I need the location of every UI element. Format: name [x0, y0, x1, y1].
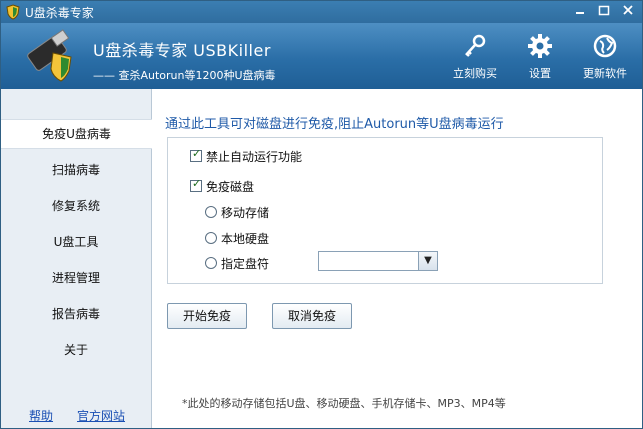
immunize-disk-label[interactable]: 免疫磁盘: [206, 178, 254, 195]
page-description: 通过此工具可对磁盘进行免疫,阻止Autorun等U盘病毒运行: [165, 117, 504, 132]
update-software-label: 更新软件: [583, 67, 627, 80]
app-header: U盘杀毒专家 USBKiller —— 查杀Autorun等1200种U盘病毒 …: [1, 23, 642, 89]
buy-now-label: 立刻购买: [453, 67, 497, 80]
title-bar: U盘杀毒专家: [1, 1, 642, 23]
sidebar-item-about[interactable]: 关于: [1, 336, 151, 364]
footnote: *此处的移动存储包括U盘、移动硬盘、手机存储卡、MP3、MP4等: [182, 397, 506, 410]
app-subtitle: —— 查杀Autorun等1200种U盘病毒: [93, 69, 276, 82]
sidebar-item-process-manager[interactable]: 进程管理: [1, 264, 151, 292]
local-disk-radio[interactable]: [205, 232, 217, 244]
settings-button[interactable]: 设置: [510, 33, 570, 85]
window-title: U盘杀毒专家: [25, 6, 94, 20]
disable-autorun-label[interactable]: 禁止自动运行功能: [206, 148, 302, 165]
start-immunize-button[interactable]: 开始免疫: [167, 303, 247, 329]
chevron-down-icon[interactable]: ▼: [418, 252, 437, 270]
close-icon: [623, 5, 633, 15]
settings-label: 设置: [529, 67, 551, 80]
options-group: 禁止自动运行功能 免疫磁盘 移动存储 本地硬盘 指定盘符 ▼: [167, 137, 603, 284]
maximize-icon: [598, 5, 610, 16]
minimize-icon: [576, 12, 584, 14]
disable-autorun-checkbox[interactable]: [190, 147, 202, 162]
sidebar-item-scan[interactable]: 扫描病毒: [1, 156, 151, 184]
help-link[interactable]: 帮助: [29, 407, 53, 424]
sidebar-item-repair[interactable]: 修复系统: [1, 192, 151, 220]
sidebar-item-usb-tools[interactable]: U盘工具: [1, 228, 151, 256]
specified-drive-radio[interactable]: [205, 257, 217, 269]
immunize-disk-checkbox[interactable]: [190, 177, 202, 192]
shield-icon: [6, 4, 20, 20]
main-panel: 通过此工具可对磁盘进行免疫,阻止Autorun等U盘病毒运行 禁止自动运行功能 …: [152, 89, 642, 428]
removable-storage-label[interactable]: 移动存储: [221, 204, 269, 221]
gear-icon: [528, 34, 552, 58]
key-icon: [465, 34, 486, 57]
drive-letter-select[interactable]: ▼: [318, 251, 438, 271]
buy-now-button[interactable]: 立刻购买: [445, 33, 505, 85]
close-button[interactable]: [619, 4, 637, 20]
cancel-immunize-button[interactable]: 取消免疫: [272, 303, 352, 329]
specified-drive-label[interactable]: 指定盘符: [221, 255, 269, 272]
maximize-button[interactable]: [595, 4, 613, 20]
app-title: U盘杀毒专家 USBKiller: [93, 41, 271, 60]
app-window: U盘杀毒专家 U盘杀毒专家 USBKiller —— 查杀Autorun等120…: [0, 0, 643, 429]
local-disk-label[interactable]: 本地硬盘: [221, 230, 269, 247]
update-software-button[interactable]: 更新软件: [575, 33, 635, 85]
sidebar-item-report-virus[interactable]: 报告病毒: [1, 300, 151, 328]
globe-icon: [593, 34, 617, 58]
official-site-link[interactable]: 官方网站: [77, 407, 125, 424]
sidebar-item-immunize[interactable]: 免疫U盘病毒: [1, 119, 152, 149]
usb-shield-logo: [27, 29, 72, 82]
minimize-button[interactable]: [571, 4, 589, 20]
removable-storage-radio[interactable]: [205, 206, 217, 218]
sidebar: 免疫U盘病毒 扫描病毒 修复系统 U盘工具 进程管理 报告病毒 关于 帮助 官方…: [1, 89, 152, 428]
